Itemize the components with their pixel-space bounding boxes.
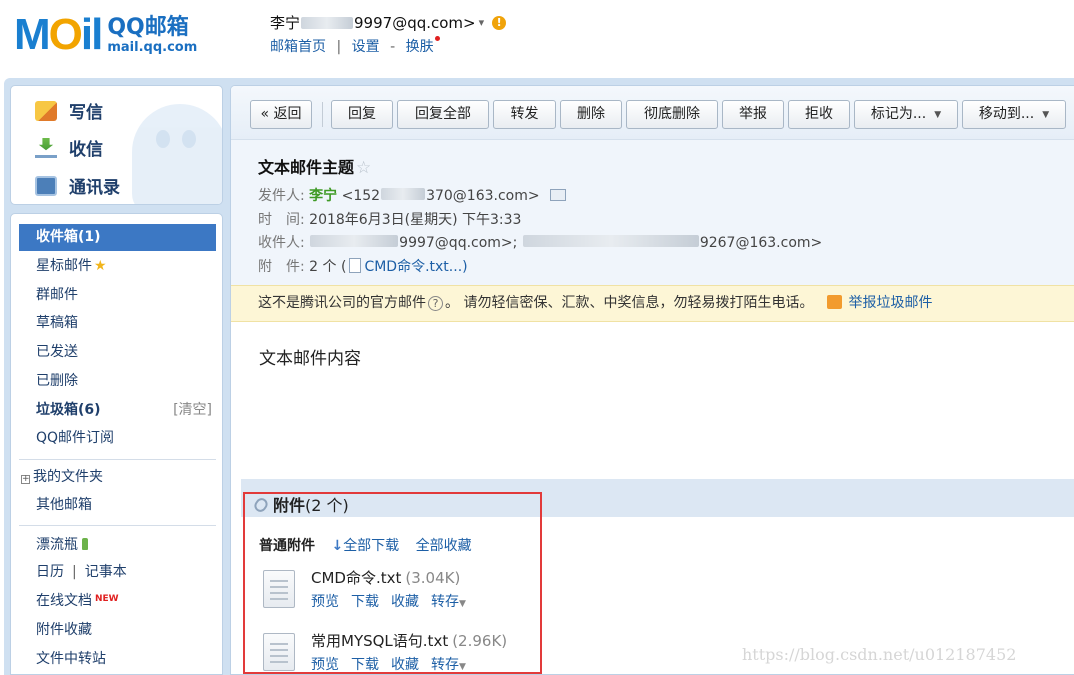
contacts-icon	[35, 175, 57, 196]
top-links: 邮箱首页 | 设置 - 换肤	[270, 36, 440, 56]
sidebar-item-trash[interactable]: 垃圾箱(6) [清空]	[19, 397, 216, 424]
contact-card-icon[interactable]	[550, 189, 567, 201]
mailbox-home-link[interactable]: 邮箱首页	[270, 39, 326, 55]
redacted-text	[301, 16, 354, 29]
star-icon[interactable]: ☆	[356, 158, 371, 178]
delete-button[interactable]: 删除	[560, 100, 622, 129]
skin-link[interactable]: 换肤	[406, 39, 434, 55]
time-row: 时 间: 2018年6月3日(星期天) 下午3:33	[258, 212, 522, 228]
delete-permanently-button[interactable]: 彻底删除	[626, 100, 718, 129]
sender-row: 发件人: 李宁 <152 370@163.com>	[258, 185, 567, 205]
report-button[interactable]: 举报	[722, 100, 784, 129]
toolbar-divider	[322, 102, 323, 127]
receive-button[interactable]: 收信	[35, 135, 103, 160]
sidebar-item-subscriptions[interactable]: QQ邮件订阅	[19, 425, 216, 452]
quick-actions-panel: 写信 收信 通讯录	[10, 85, 223, 205]
sidebar-item-inbox[interactable]: 收件箱(1)	[19, 224, 216, 251]
star-icon: ★	[94, 258, 107, 274]
attachment-row: 附 件: 2 个 (CMD命令.txt...)	[258, 258, 468, 275]
logo-mail-text: MOil	[14, 10, 103, 59]
report-spam-link[interactable]: 举报垃圾邮件	[848, 295, 932, 311]
sidebar-item-drift-bottle[interactable]: 漂流瓶	[19, 532, 216, 559]
inbox-download-icon	[38, 137, 54, 151]
bottle-icon	[82, 538, 88, 550]
sidebar-item-notes[interactable]: 记事本	[85, 564, 127, 580]
settings-link[interactable]: 设置	[352, 39, 380, 55]
penguin-decoration-icon	[132, 104, 222, 204]
sidebar-item-calendar[interactable]: 日历 | 记事本	[19, 559, 216, 586]
logo-en: mail.qq.com	[107, 39, 198, 55]
chevron-down-icon[interactable]: ▾	[479, 16, 485, 29]
toolbar: « 返回 回复 回复全部 转发 删除 彻底删除 举报 拒收 标记为... ▼ 移动…	[231, 86, 1074, 140]
write-icon	[35, 100, 57, 121]
sidebar-item-online-docs[interactable]: 在线文档 NEW	[19, 588, 216, 615]
forward-button[interactable]: 转发	[493, 100, 556, 129]
highlight-box	[243, 492, 542, 674]
new-dot-icon	[434, 36, 440, 41]
file-icon	[349, 258, 362, 273]
user-email: 9997@qq.com>	[354, 13, 476, 32]
chevron-down-icon: ▼	[1042, 110, 1050, 120]
user-account[interactable]: 李宁 9997@qq.com> ▾ !	[270, 12, 507, 33]
contacts-button[interactable]: 通讯录	[35, 173, 120, 198]
expand-icon[interactable]: +	[21, 475, 30, 484]
sidebar-item-file-transfer[interactable]: 文件中转站	[19, 646, 216, 673]
chevron-down-icon: ▼	[934, 110, 942, 120]
reply-button[interactable]: 回复	[331, 100, 393, 129]
help-icon[interactable]: ?	[428, 296, 443, 311]
sidebar-item-drafts[interactable]: 草稿箱	[19, 310, 216, 337]
alert-icon[interactable]: !	[492, 15, 507, 30]
sidebar-item-other-mailboxes[interactable]: 其他邮箱	[19, 492, 216, 519]
redacted-text	[522, 235, 699, 247]
new-badge: NEW	[95, 594, 119, 604]
report-spam-icon	[827, 295, 843, 309]
sidebar: 收件箱(1) 星标邮件 ★ 群邮件 草稿箱 已发送 已删除 垃圾箱(6) [清空] …	[10, 213, 223, 675]
mark-as-dropdown[interactable]: 标记为... ▼	[854, 100, 958, 129]
sidebar-item-group-mail[interactable]: 群邮件	[19, 282, 216, 309]
mail-subject: 文本邮件主题 ☆	[258, 158, 372, 178]
reject-button[interactable]: 拒收	[788, 100, 850, 129]
divider	[19, 525, 216, 526]
sidebar-item-deleted[interactable]: 已删除	[19, 368, 216, 395]
sidebar-item-sent[interactable]: 已发送	[19, 339, 216, 366]
redacted-text	[310, 235, 399, 247]
sidebar-item-attachment-favorites[interactable]: 附件收藏	[19, 617, 216, 644]
warning-bar: 这不是腾讯公司的官方邮件?。 请勿轻信密保、汇款、中奖信息，勿轻易拨打陌生电话。…	[231, 285, 1074, 322]
reply-all-button[interactable]: 回复全部	[397, 100, 489, 129]
empty-trash-link[interactable]: [清空]	[173, 397, 212, 424]
user-name: 李宁	[270, 14, 301, 32]
mail-header: 文本邮件主题 ☆ 发件人: 李宁 <152 370@163.com> 时 间: 20…	[231, 140, 1074, 285]
divider	[19, 459, 216, 460]
qq-mail-logo[interactable]: MOil QQ邮箱 mail.qq.com	[14, 12, 197, 58]
header: MOil QQ邮箱 mail.qq.com 李宁 9997@qq.com> ▾ …	[0, 0, 1074, 78]
watermark: https://blog.csdn.net/u012187452	[742, 645, 1017, 664]
redacted-text	[381, 188, 426, 200]
move-to-dropdown[interactable]: 移动到... ▼	[962, 100, 1066, 129]
compose-button[interactable]: 写信	[35, 98, 103, 123]
sidebar-item-my-folders[interactable]: + 我的文件夹	[19, 464, 216, 491]
back-button[interactable]: « 返回	[250, 100, 312, 129]
mail-body: 文本邮件内容	[259, 349, 361, 369]
attachment-link[interactable]: CMD命令.txt...)	[364, 259, 467, 275]
sidebar-item-starred[interactable]: 星标邮件 ★	[19, 253, 216, 280]
logo-cn: QQ邮箱	[107, 14, 189, 40]
recipient-row: 收件人: 9997@qq.com>; 9267@163.com>	[258, 235, 823, 251]
sender-name[interactable]: 李宁	[309, 188, 337, 204]
